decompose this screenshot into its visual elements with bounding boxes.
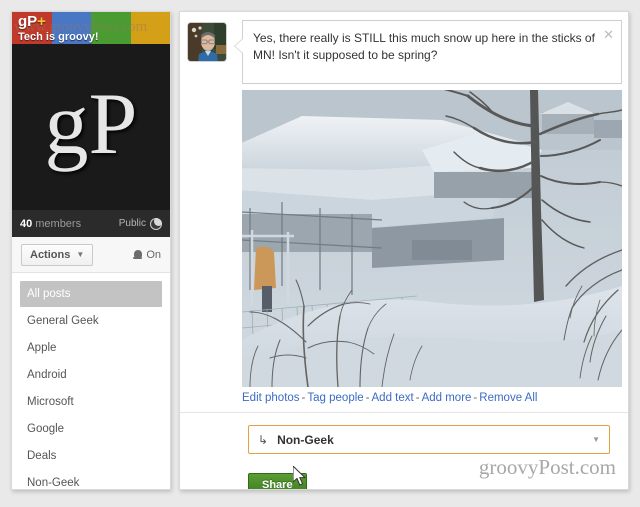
share-arrow-icon: ↳ (258, 432, 269, 447)
compose-panel: Yes, there really is STILL this much sno… (179, 11, 629, 490)
members-count: 40 (20, 217, 33, 230)
actions-button-label: Actions (30, 248, 71, 261)
audience-label: Non-Geek (277, 432, 334, 447)
community-logo-block: gP (12, 44, 170, 210)
actions-button[interactable]: Actions ▼ (21, 243, 94, 266)
sidebar-item-non-geek[interactable]: Non-Geek (20, 470, 162, 489)
app-root: www.groovyPost.com gP+ Tech is groovy! g… (0, 0, 640, 507)
visibility-label: Public (118, 218, 146, 229)
banner-logo-gp: gP (18, 13, 38, 30)
share-button[interactable]: Share (248, 473, 307, 490)
site-watermark: groovyPost.com (478, 455, 616, 479)
tag-people-link[interactable]: Tag people (307, 392, 363, 404)
sidebar-item-label: Microsoft (27, 396, 74, 408)
add-more-link[interactable]: Add more (422, 392, 472, 404)
divider (180, 412, 628, 413)
bell-icon[interactable] (133, 249, 143, 260)
members-label: members (35, 217, 82, 230)
post-text[interactable]: Yes, there really is STILL this much sno… (243, 21, 621, 64)
sidebar-item-general-geek[interactable]: General Geek (20, 308, 162, 334)
post-compose-box[interactable]: Yes, there really is STILL this much sno… (242, 20, 622, 84)
sidebar-item-label: Google (27, 423, 65, 435)
share-button-label: Share (262, 478, 293, 490)
close-icon[interactable]: ✕ (603, 28, 614, 41)
sidebar-item-deals[interactable]: Deals (20, 443, 162, 469)
sidebar-item-microsoft[interactable]: Microsoft (20, 389, 162, 415)
remove-all-link[interactable]: Remove All (479, 392, 537, 404)
sidebar-item-label: All posts (27, 288, 71, 300)
avatar[interactable] (187, 22, 227, 62)
banner-bar-yellow (130, 12, 170, 44)
sidebar-item-google[interactable]: Google (20, 416, 162, 442)
audience-selector[interactable]: ↳ Non-Geek ▼ (248, 425, 610, 454)
link-separator: - (365, 392, 370, 404)
avatar-image (188, 23, 226, 61)
bubble-tail (235, 39, 243, 53)
snow-photo[interactable] (242, 90, 622, 387)
sidebar-item-label: Non-Geek (27, 477, 80, 489)
community-banner: www.groovyPost.com gP+ Tech is groovy! (12, 12, 170, 44)
actions-row: Actions ▼ On (12, 237, 170, 273)
link-separator: - (415, 392, 420, 404)
sidebar-item-label: Deals (27, 450, 57, 462)
add-text-link[interactable]: Add text (372, 392, 414, 404)
notification-state-label: On (146, 248, 161, 261)
banner-tagline: Tech is groovy! (18, 31, 99, 43)
globe-icon (150, 217, 162, 230)
link-separator: - (301, 392, 306, 404)
chevron-down-icon: ▼ (76, 250, 85, 259)
edit-photos-link[interactable]: Edit photos (242, 392, 300, 404)
sidebar-item-label: Android (27, 369, 67, 381)
sidebar-item-android[interactable]: Android (20, 362, 162, 388)
sidebar-item-all-posts[interactable]: All posts (20, 281, 162, 307)
banner-logo-plus: + (37, 13, 46, 30)
snow-photo-image (242, 90, 622, 387)
chevron-down-icon: ▼ (592, 435, 600, 444)
photo-action-links: Edit photos - Tag people - Add text - Add more… (242, 392, 622, 404)
sidebar-item-apple[interactable]: Apple (20, 335, 162, 361)
community-sidebar: www.groovyPost.com gP+ Tech is groovy! g… (11, 11, 171, 490)
banner-logo: gP+ (18, 14, 46, 29)
community-logo-text: gP (44, 76, 138, 174)
members-bar: 40 members Public (12, 210, 170, 237)
link-separator: - (473, 392, 478, 404)
sidebar-item-label: Apple (27, 342, 57, 354)
sidebar-item-label: General Geek (27, 315, 99, 327)
community-nav-list: All posts General Geek Apple Android Mic… (12, 273, 170, 489)
